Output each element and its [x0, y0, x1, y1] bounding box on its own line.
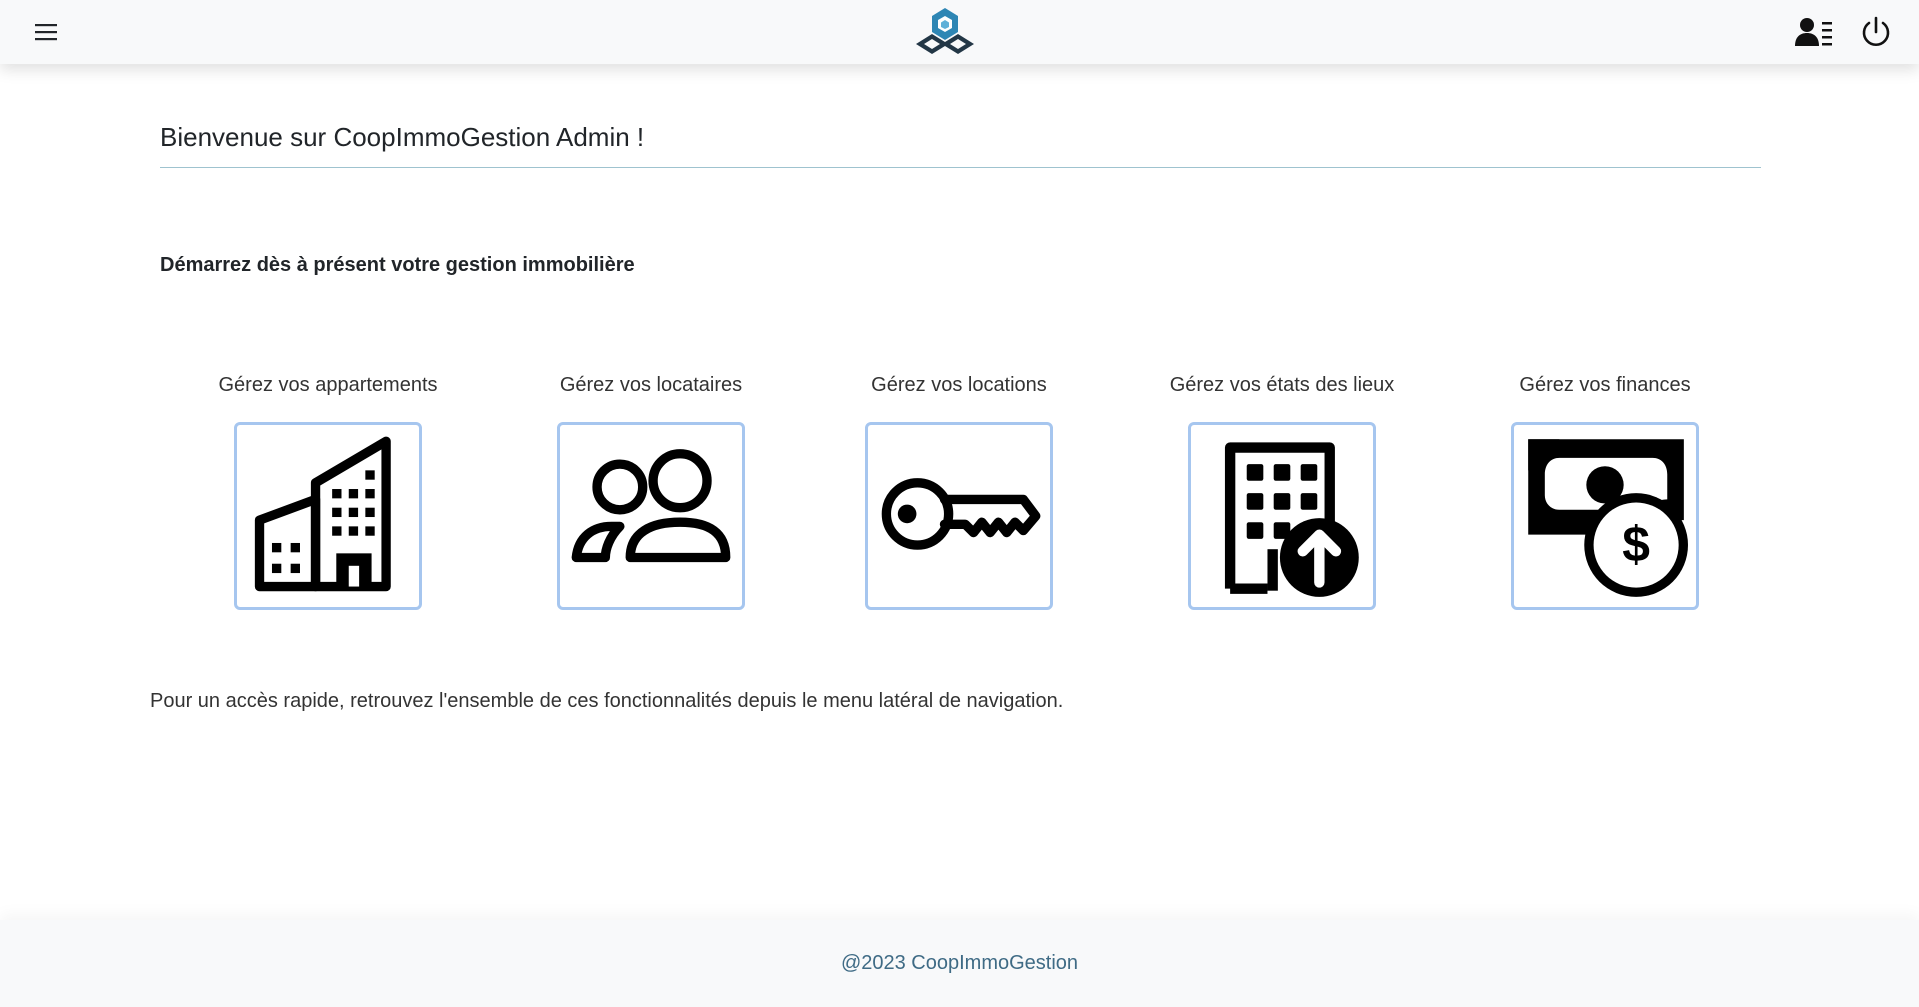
buildings-icon: [254, 436, 391, 592]
card-rentals[interactable]: Gérez vos locations: [794, 370, 1124, 610]
page-footer: @2023 CoopImmoGestion: [0, 920, 1919, 1007]
footer-copyright: @2023 CoopImmoGestion: [840, 952, 1079, 974]
card-finances[interactable]: Gérez vos finances $: [1440, 370, 1770, 610]
card-finances-label: Gérez vos finances: [1519, 374, 1691, 396]
page-title: Bienvenue sur CoopImmoGestion Admin !: [160, 122, 1761, 168]
svg-text:$: $: [1622, 517, 1650, 573]
page-subtitle: Démarrez dès à présent votre gestion imm…: [160, 254, 635, 276]
card-inspections-label: Gérez vos états des lieux: [1169, 374, 1395, 396]
card-tenants-label: Gérez vos locataires: [559, 374, 743, 396]
navigation-hint: Pour un accès rapide, retrouvez l'ensemb…: [150, 690, 1064, 712]
card-inspections[interactable]: Gérez vos états des lieux: [1117, 370, 1447, 610]
key-icon: [881, 478, 1041, 550]
user-profile-icon: [1795, 18, 1832, 46]
hamburger-menu-icon: [35, 24, 57, 41]
app-logo[interactable]: [910, 6, 980, 56]
coopimmogestion-logo-icon: [916, 8, 974, 54]
card-inspections-box[interactable]: [1188, 422, 1376, 610]
card-rentals-box[interactable]: [865, 422, 1053, 610]
power-icon: [1862, 16, 1890, 46]
user-profile-button[interactable]: [1794, 14, 1834, 50]
building-upload-icon: [1224, 442, 1359, 597]
card-tenants-box[interactable]: [557, 422, 745, 610]
card-finances-box[interactable]: $: [1511, 422, 1699, 610]
logout-button[interactable]: [1858, 14, 1894, 50]
card-tenants[interactable]: Gérez vos locataires: [486, 370, 816, 610]
card-apartments-label: Gérez vos appartements: [218, 374, 438, 396]
cash-coin-icon: $: [1528, 439, 1688, 597]
feature-cards: Gérez vos appartements Gérez vos locatai…: [0, 370, 1919, 610]
top-navbar: [0, 0, 1919, 64]
card-rentals-label: Gérez vos locations: [871, 374, 1047, 396]
people-icon: [571, 449, 731, 563]
menu-toggle-button[interactable]: [28, 16, 64, 48]
card-apartments-box[interactable]: [234, 422, 422, 610]
card-apartments[interactable]: Gérez vos appartements: [163, 370, 493, 610]
